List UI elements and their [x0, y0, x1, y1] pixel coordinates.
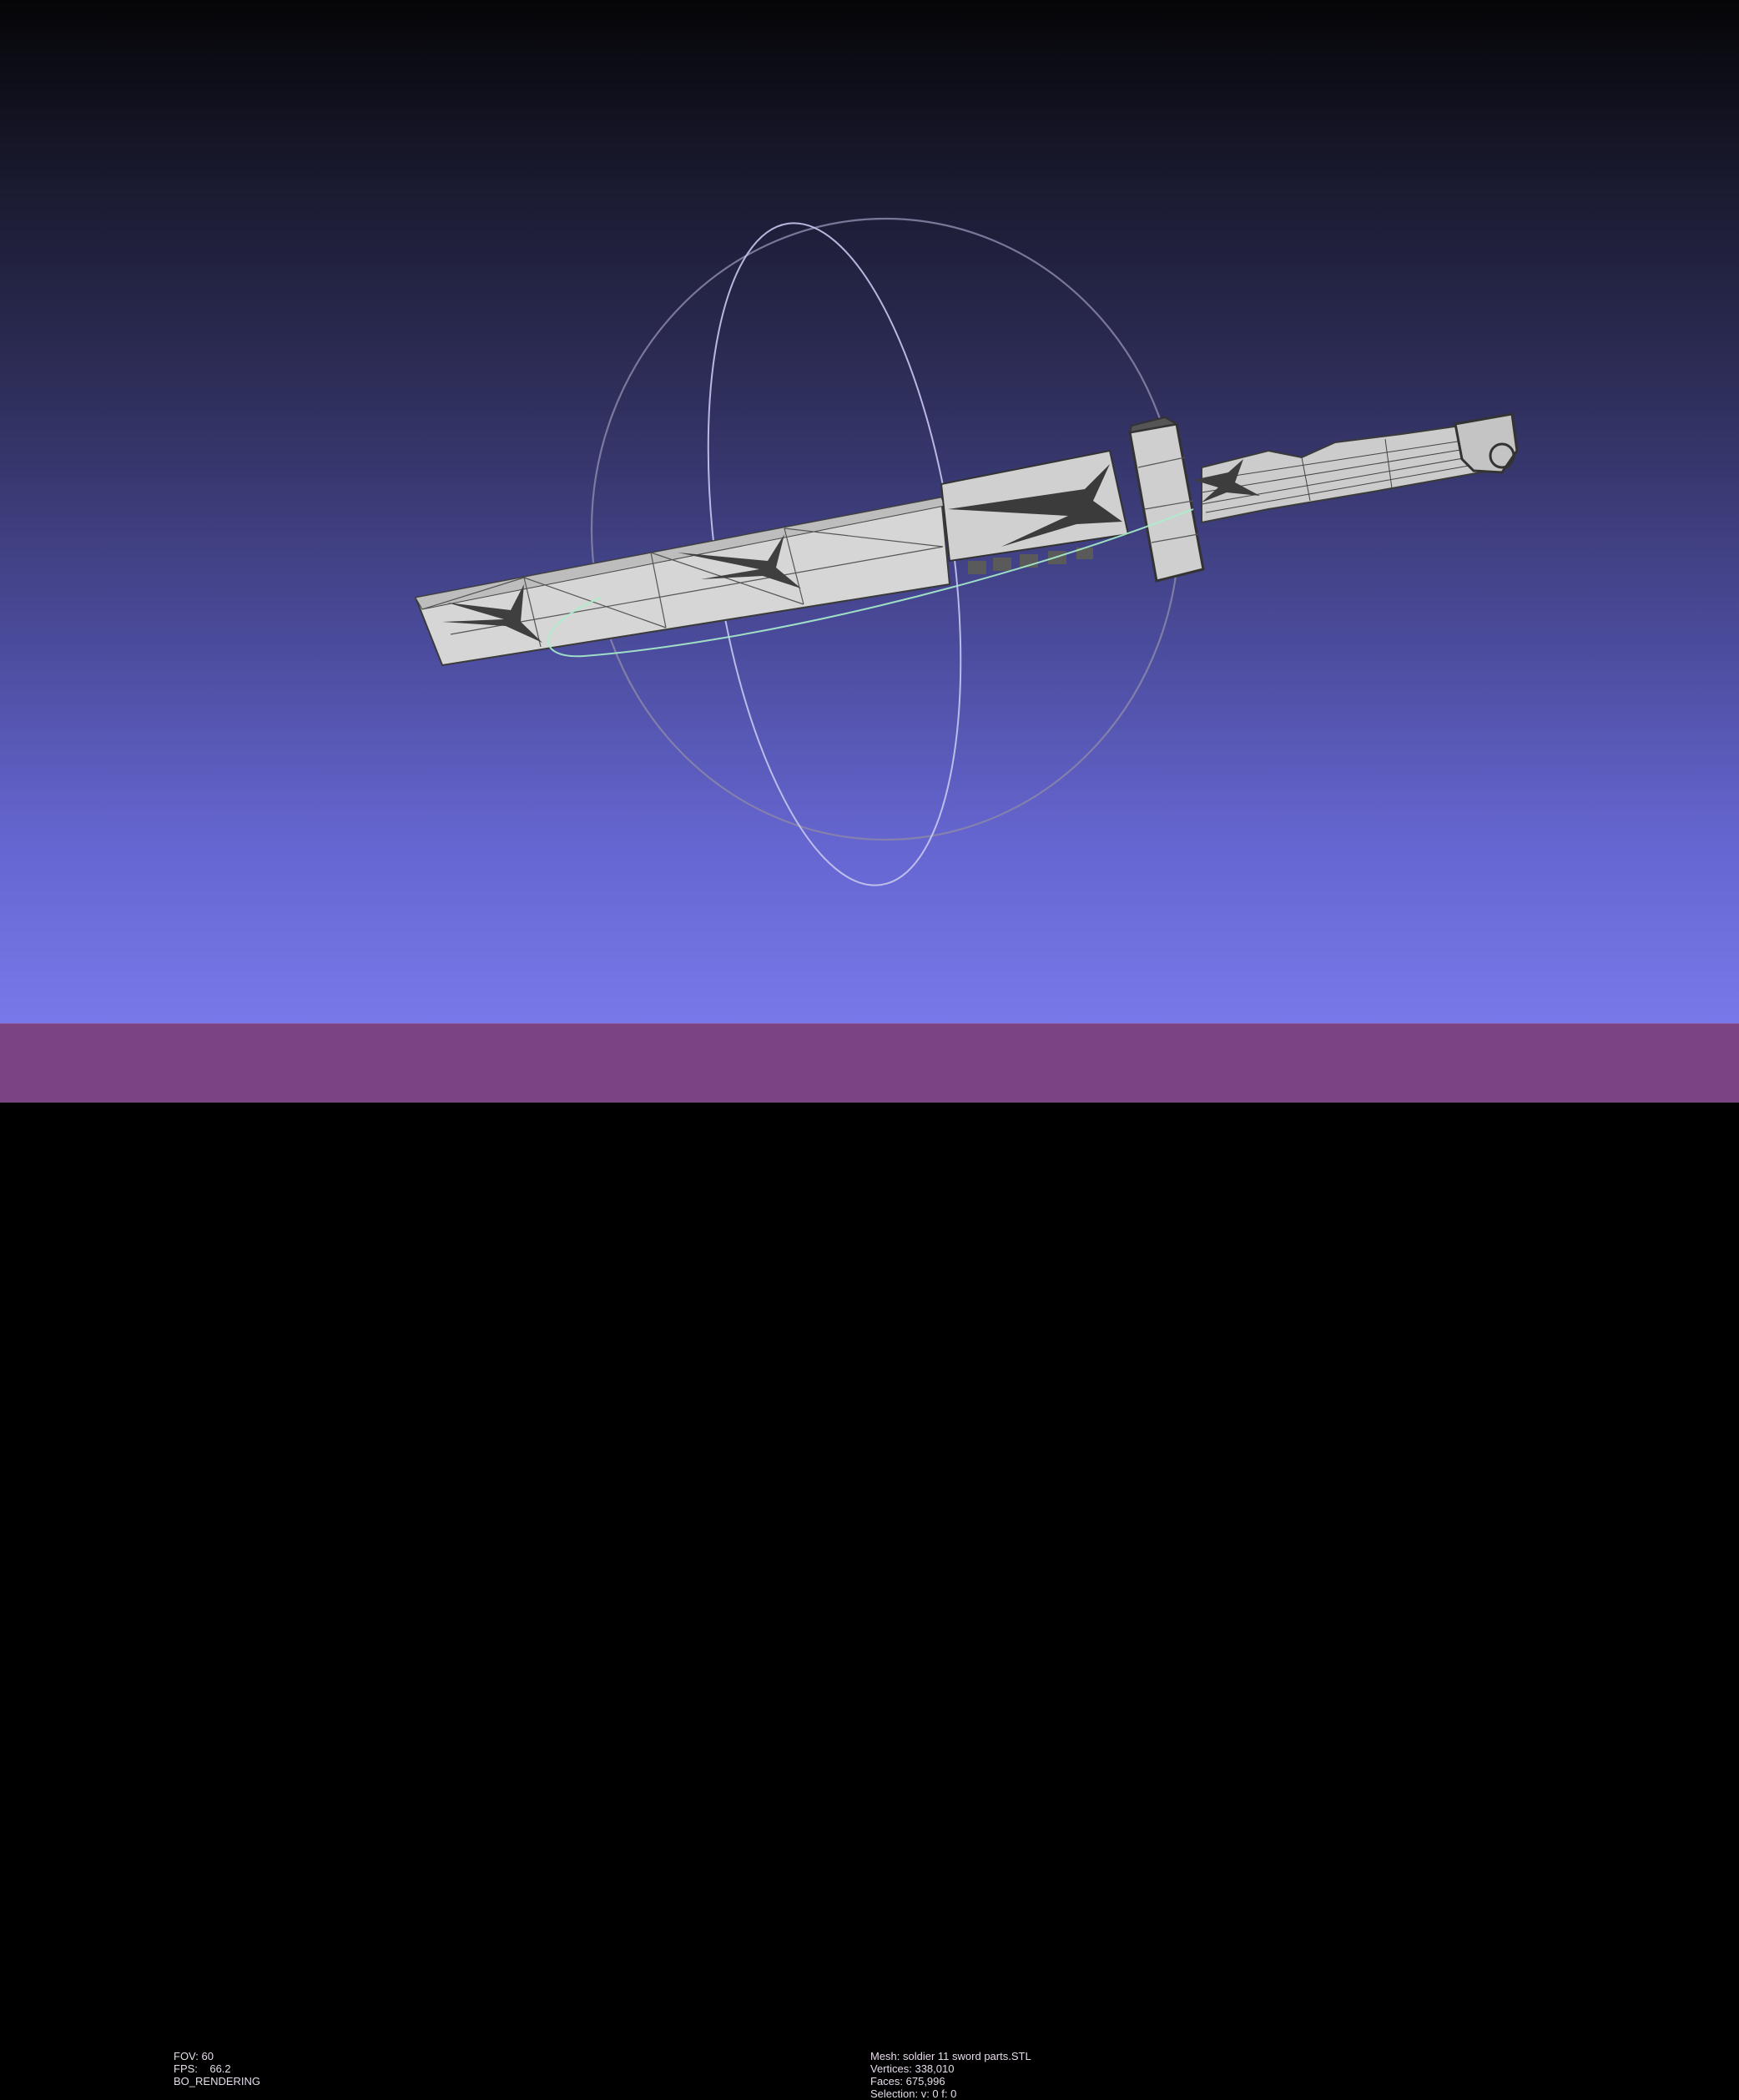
- vertices-readout: Vertices: 338,010: [870, 2062, 955, 2075]
- 3d-viewport[interactable]: [0, 0, 1739, 1023]
- faces-readout: Faces: 675,996: [870, 2075, 945, 2087]
- selection-readout: Selection: v: 0 f: 0: [870, 2087, 957, 2100]
- crossguard: [1128, 422, 1205, 583]
- render-mode-readout: BO_RENDERING: [174, 2075, 261, 2087]
- mesh-name-readout: Mesh: soldier 11 sword parts.STL: [870, 2050, 1031, 2062]
- sword-mesh: [414, 412, 1519, 667]
- status-bar: FOV: 60 FPS: 66.2 BO_RENDERING Mesh: sol…: [0, 1023, 1739, 2100]
- mesh-info-panel: Mesh: soldier 11 sword parts.STL Vertice…: [870, 2050, 1031, 2100]
- fps-readout: FPS: 66.2: [174, 2062, 231, 2075]
- scene-canvas[interactable]: [0, 0, 1739, 1023]
- render-info-panel: FOV: 60 FPS: 66.2 BO_RENDERING: [174, 2050, 260, 2087]
- blade-face: [414, 496, 951, 667]
- fov-readout: FOV: 60: [174, 2050, 214, 2062]
